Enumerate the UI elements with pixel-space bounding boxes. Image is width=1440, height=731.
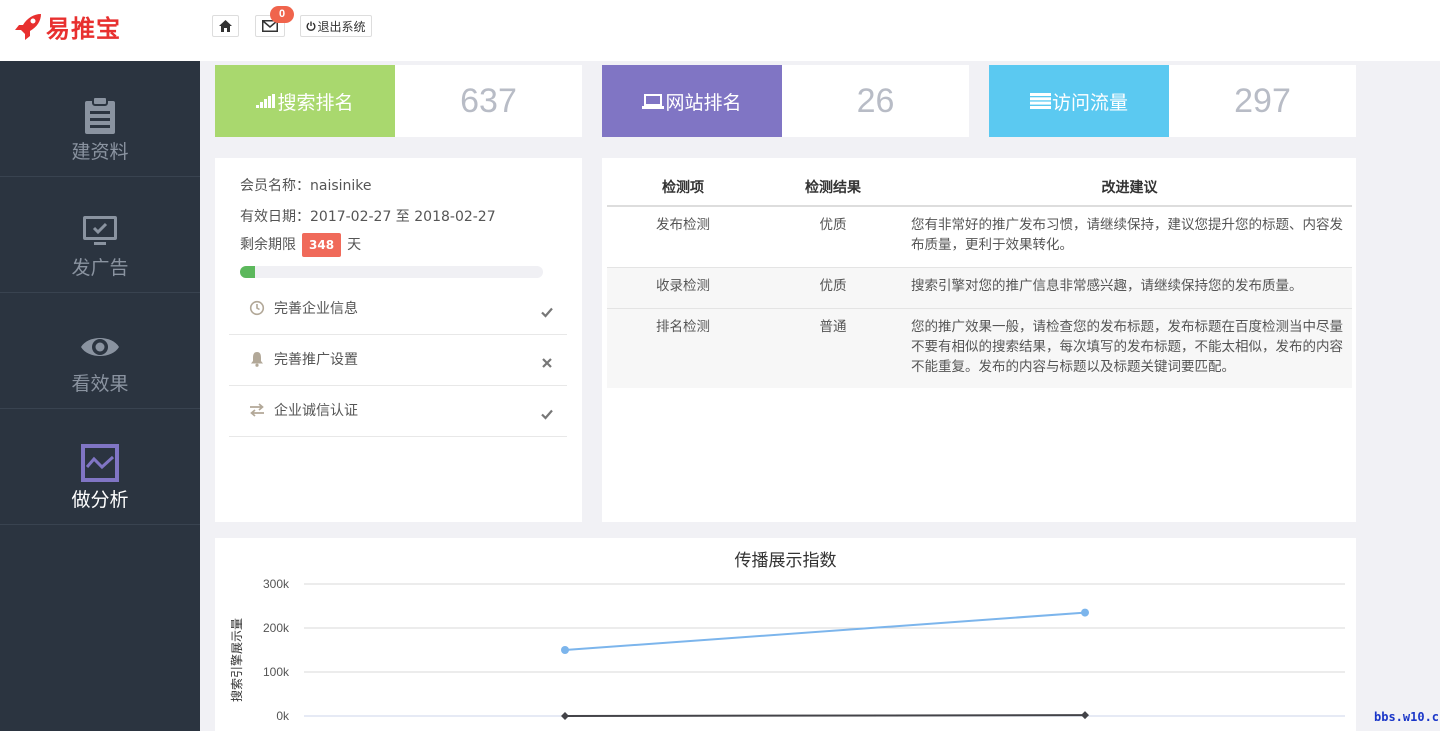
check-icon — [541, 307, 553, 318]
stat-label: 访问流量 — [1051, 91, 1128, 114]
eye-icon — [81, 338, 119, 356]
top-header: 易推宝 0 退出系统 — [0, 0, 1440, 61]
table-header-row: 检测项 检测结果 改进建议 — [607, 168, 1352, 207]
column-header: 检测结果 — [759, 168, 907, 207]
valid-date-label: 有效日期： — [240, 209, 310, 225]
valid-date-range: 2017-02-27 至 2018-02-27 — [310, 209, 496, 225]
stat-card-header: 网站排名 — [602, 65, 782, 137]
detection-item: 发布检测 — [607, 205, 759, 267]
home-icon — [219, 20, 232, 32]
table-row: 发布检测 优质 您有非常好的推广发布习惯，请继续保持，建议您提升您的标题、内容发… — [607, 205, 1352, 267]
stat-card-traffic[interactable]: 访问流量 297 — [989, 65, 1356, 137]
remaining-label: 剩余期限 — [240, 237, 296, 253]
stat-label: 网站排名 — [665, 91, 742, 114]
stat-value: 297 — [1234, 82, 1291, 120]
monitor-icon — [83, 216, 117, 245]
detection-result: 普通 — [759, 307, 907, 388]
chart-icon — [81, 444, 119, 482]
sidebar-label: 看效果 — [71, 373, 129, 395]
task-promotion-settings[interactable]: 完善推广设置 — [229, 335, 567, 386]
clock-icon — [249, 300, 265, 316]
member-name-line: 会员名称：naisinike — [240, 175, 372, 195]
y-tick-label: 200k — [263, 621, 290, 635]
sidebar-item-profile[interactable]: 建资料 — [0, 61, 200, 177]
sidebar-label: 建资料 — [71, 141, 129, 163]
column-header: 改进建议 — [907, 168, 1352, 207]
task-company-info[interactable]: 完善企业信息 — [229, 284, 567, 335]
line-chart: 0k 100k 200k 300k 搜索引擎展示量 — [229, 577, 1345, 723]
stat-value: 637 — [460, 82, 517, 120]
task-label: 完善企业信息 — [274, 301, 358, 317]
member-name-label: 会员名称： — [240, 178, 310, 194]
detection-item: 收录检测 — [607, 266, 759, 308]
table-row: 排名检测 普通 您的推广效果一般，请检查您的发布标题，发布标题在百度检测当中尽量… — [607, 307, 1352, 388]
home-button[interactable] — [212, 15, 239, 37]
stat-label: 搜索排名 — [277, 91, 354, 114]
member-name: naisinike — [310, 178, 372, 194]
sidebar: 建资料 发广告 看效果 做分析 — [0, 61, 200, 731]
chart-panel: 传播展示指数 0k 100k 200k 300k 搜索引擎展示量 — [215, 538, 1356, 731]
member-info-panel: 会员名称：naisinike 有效日期：2017-02-27 至 2018-02… — [215, 158, 582, 522]
clipboard-icon — [85, 96, 115, 134]
watermark: bbs.w10.cn — [1374, 710, 1440, 724]
progress-fill — [240, 266, 256, 278]
y-axis-label: 搜索引擎展示量 — [229, 618, 244, 702]
task-label: 企业诚信认证 — [274, 403, 358, 419]
stat-card-search-rank[interactable]: 搜索排名 637 — [215, 65, 582, 137]
logo-text: 易推宝 — [46, 14, 121, 43]
cross-icon — [542, 358, 552, 368]
sidebar-item-ads[interactable]: 发广告 — [0, 177, 200, 293]
power-icon — [307, 21, 316, 31]
bell-icon — [251, 352, 263, 367]
validity-progress-bar — [240, 266, 543, 278]
series-line — [564, 611, 1086, 651]
detection-advice: 您的推广效果一般，请检查您的发布标题，发布标题在百度检测当中尽量不要有相似的搜索… — [907, 307, 1352, 388]
logout-label: 退出系统 — [317, 19, 366, 34]
logout-button[interactable]: 退出系统 — [300, 15, 372, 37]
table-row: 收录检测 优质 搜索引擎对您的推广信息非常感兴趣，请继续保持您的发布质量。 — [607, 266, 1352, 308]
stat-card-site-rank[interactable]: 网站排名 26 — [602, 65, 969, 137]
y-axis-ticks: 0k 100k 200k 300k — [263, 577, 290, 723]
detection-item: 排名检测 — [607, 307, 759, 388]
data-point[interactable] — [1081, 608, 1089, 617]
series-line — [564, 714, 1086, 717]
detection-result: 优质 — [759, 205, 907, 267]
task-credit-certification[interactable]: 企业诚信认证 — [229, 386, 567, 437]
remaining-days-badge: 348 — [302, 233, 342, 257]
grid-lines — [304, 583, 1345, 717]
detection-table: 检测项 检测结果 改进建议 发布检测 优质 您有非常好的推广发布习惯，请继续保持… — [607, 168, 1352, 388]
remaining-unit: 天 — [347, 237, 362, 253]
exchange-icon — [250, 403, 264, 417]
detection-advice: 搜索引擎对您的推广信息非常感兴趣，请继续保持您的发布质量。 — [907, 266, 1352, 308]
logo[interactable]: 易推宝 — [14, 10, 121, 43]
data-point[interactable] — [561, 712, 569, 720]
y-tick-label: 300k — [263, 577, 290, 591]
sidebar-item-analysis[interactable]: 做分析 — [0, 409, 200, 525]
task-label: 完善推广设置 — [274, 352, 358, 368]
sidebar-label: 做分析 — [71, 489, 129, 511]
stat-value: 26 — [856, 82, 895, 120]
data-point[interactable] — [1081, 711, 1089, 720]
y-tick-label: 0k — [276, 709, 290, 723]
data-point[interactable] — [561, 646, 569, 654]
sidebar-label: 发广告 — [71, 257, 129, 279]
message-count-badge: 0 — [270, 6, 294, 23]
valid-date-line: 有效日期：2017-02-27 至 2018-02-27 — [240, 206, 496, 226]
series-layer — [561, 608, 1089, 720]
detection-panel: 检测项 检测结果 改进建议 发布检测 优质 您有非常好的推广发布习惯，请继续保持… — [602, 158, 1356, 522]
stat-card-header: 搜索排名 — [215, 65, 395, 137]
detection-result: 优质 — [759, 266, 907, 308]
list-icon — [1029, 93, 1051, 109]
stat-card-header: 访问流量 — [989, 65, 1169, 137]
remaining-line: 剩余期限 348 天 — [240, 233, 361, 257]
laptop-icon — [642, 93, 665, 109]
check-icon — [541, 409, 553, 420]
rocket-icon — [15, 14, 41, 40]
detection-advice: 您有非常好的推广发布习惯，请继续保持，建议您提升您的标题、内容发布质量，更利于效… — [907, 205, 1352, 267]
sidebar-item-effect[interactable]: 看效果 — [0, 293, 200, 409]
y-tick-label: 100k — [263, 665, 290, 679]
column-header: 检测项 — [607, 168, 759, 207]
signal-icon — [256, 94, 276, 108]
